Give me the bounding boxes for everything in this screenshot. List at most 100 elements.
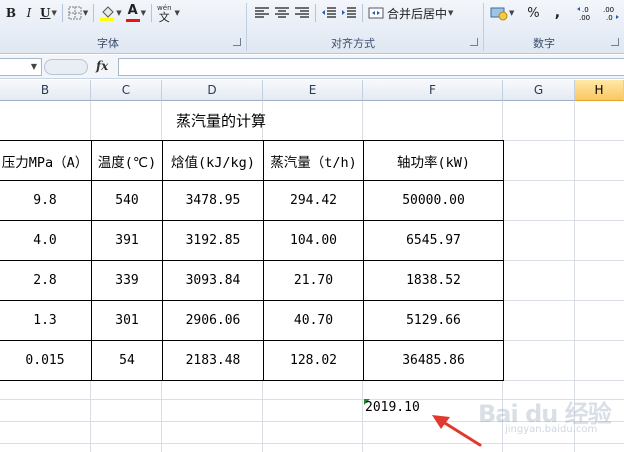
table-cell[interactable]: 54 [91,340,163,381]
separator [61,4,63,22]
table-cell[interactable]: 21.70 [263,260,364,301]
merge-cells-icon [368,7,384,19]
alignment-dialog-launcher-icon[interactable] [470,38,478,46]
svg-text:.0: .0 [606,14,613,22]
font-group-buttons: B I U ▼ ▼ ▼ A ▼ wén 文 ▼ [2,2,180,24]
merge-center-label: 合并后居中 [387,6,448,21]
borders-icon [68,6,82,20]
italic-button[interactable]: I [20,3,38,23]
column-header-d[interactable]: D [162,80,263,101]
name-box-dropdown-icon[interactable]: ▼ [31,62,37,71]
table-cell[interactable]: 2183.48 [162,340,264,381]
table-cell[interactable]: 1838.52 [363,260,504,301]
font-color-glyph: A [127,3,138,18]
steam-table: 压力MPa（A） 温度(℃) 焓值(kJ/kg) 蒸汽量（t/h) 轴功率(kW… [0,140,504,381]
table-cell[interactable]: 9.8 [0,180,92,221]
table-cell[interactable]: 294.42 [263,180,364,221]
align-left-icon [255,7,269,18]
phonetic-button[interactable]: wén 文 [155,3,173,23]
decrease-indent-icon [322,7,336,18]
increase-decimal-button[interactable]: .0.00 [574,3,598,23]
number-dialog-launcher-icon[interactable] [611,38,619,46]
table-row: 2.8 339 3093.84 21.70 1838.52 [0,260,504,301]
table-cell[interactable]: 5129.66 [363,300,504,341]
accounting-format-button[interactable]: ▼ [488,3,516,23]
align-right-button[interactable] [292,3,312,23]
align-center-button[interactable] [272,3,292,23]
table-cell[interactable]: 301 [91,300,163,341]
svg-text:.0: .0 [582,6,589,14]
table-cell[interactable]: 3478.95 [162,180,264,221]
table-cell[interactable]: 540 [91,180,163,221]
percent-style-button[interactable]: % [524,3,542,23]
table-cell[interactable]: 36485.86 [363,340,504,381]
column-header-b[interactable]: B [0,80,91,101]
table-cell[interactable]: 4.0 [0,220,92,261]
separator [315,4,316,22]
svg-text:.00: .00 [603,6,614,14]
merge-center-button[interactable]: 合并后居中 ▼ [366,3,455,23]
column-header-g[interactable]: G [503,80,575,101]
header-cell[interactable]: 焓值(kJ/kg) [162,140,264,181]
column-header-c[interactable]: C [91,80,162,101]
align-left-button[interactable] [252,3,272,23]
align-center-icon [275,7,289,18]
ribbon: B I U ▼ ▼ ▼ A ▼ wén 文 ▼ 合并后居中 ▼ ▼ % , .0… [0,0,624,54]
phonetic-caret[interactable]: ▼ [175,9,180,17]
font-dialog-launcher-icon[interactable] [233,38,241,46]
formula-bar-splitter[interactable] [44,59,88,75]
header-cell[interactable]: 温度(℃) [91,140,163,181]
table-cell[interactable]: 6545.97 [363,220,504,261]
comma-style-button[interactable]: , [548,3,566,23]
insert-function-icon[interactable]: fx [96,59,108,73]
sheet-title[interactable]: 蒸汽量的计算 [90,101,352,140]
table-cell[interactable]: 3192.85 [162,220,264,261]
table-row: 0.015 54 2183.48 128.02 36485.86 [0,340,504,381]
table-cell[interactable]: 104.00 [263,220,364,261]
underline-button[interactable]: U ▼ [38,3,59,23]
table-cell[interactable]: 128.02 [263,340,364,381]
table-cell[interactable]: 1.3 [0,300,92,341]
table-cell[interactable]: 2906.06 [162,300,264,341]
paint-bucket-icon [100,6,115,21]
table-cell[interactable]: 3093.84 [162,260,264,301]
separator [151,4,153,22]
column-header-f[interactable]: F [363,80,503,101]
accounting-icon [490,7,508,21]
increase-indent-icon [342,7,356,18]
column-header-e[interactable]: E [263,80,363,101]
table-cell[interactable]: 0.015 [0,340,92,381]
fill-color-button[interactable]: ▼ [97,3,123,23]
font-color-button[interactable]: A ▼ [124,3,148,23]
table-cell[interactable]: 391 [91,220,163,261]
date-cell[interactable]: 2019.10 [365,400,420,415]
bold-button[interactable]: B [2,3,20,23]
column-header-h[interactable]: H [575,80,624,101]
table-cell[interactable]: 339 [91,260,163,301]
table-row: 4.0 391 3192.85 104.00 6545.97 [0,220,504,261]
font-group-label: 字体 [97,37,119,50]
formula-input[interactable] [118,58,624,76]
header-cell[interactable]: 蒸汽量（t/h) [263,140,364,181]
header-cell[interactable]: 压力MPa（A） [0,140,92,181]
group-divider [483,3,484,51]
increase-indent-button[interactable] [339,3,359,23]
baidu-watermark-url: jingyan.baidu.com [505,424,598,435]
number-group-label: 数字 [533,37,555,50]
table-row: 1.3 301 2906.06 40.70 5129.66 [0,300,504,341]
decrease-decimal-button[interactable]: .00.0 [598,3,622,23]
decrease-decimal-icon: .00.0 [603,6,620,22]
name-box[interactable]: ▼ [0,58,42,76]
table-cell[interactable]: 50000.00 [363,180,504,221]
group-divider [246,3,247,51]
number-group-buttons: ▼ % , .0.00 .00.0 [488,2,622,24]
alignment-group-buttons: 合并后居中 ▼ [252,2,455,24]
table-cell[interactable]: 2.8 [0,260,92,301]
separator [93,4,95,22]
decrease-indent-button[interactable] [319,3,339,23]
header-cell[interactable]: 轴功率(kW) [363,140,504,181]
svg-text:.00: .00 [579,14,590,22]
increase-decimal-icon: .0.00 [577,6,591,22]
borders-button[interactable]: ▼ [66,3,90,23]
table-cell[interactable]: 40.70 [263,300,364,341]
